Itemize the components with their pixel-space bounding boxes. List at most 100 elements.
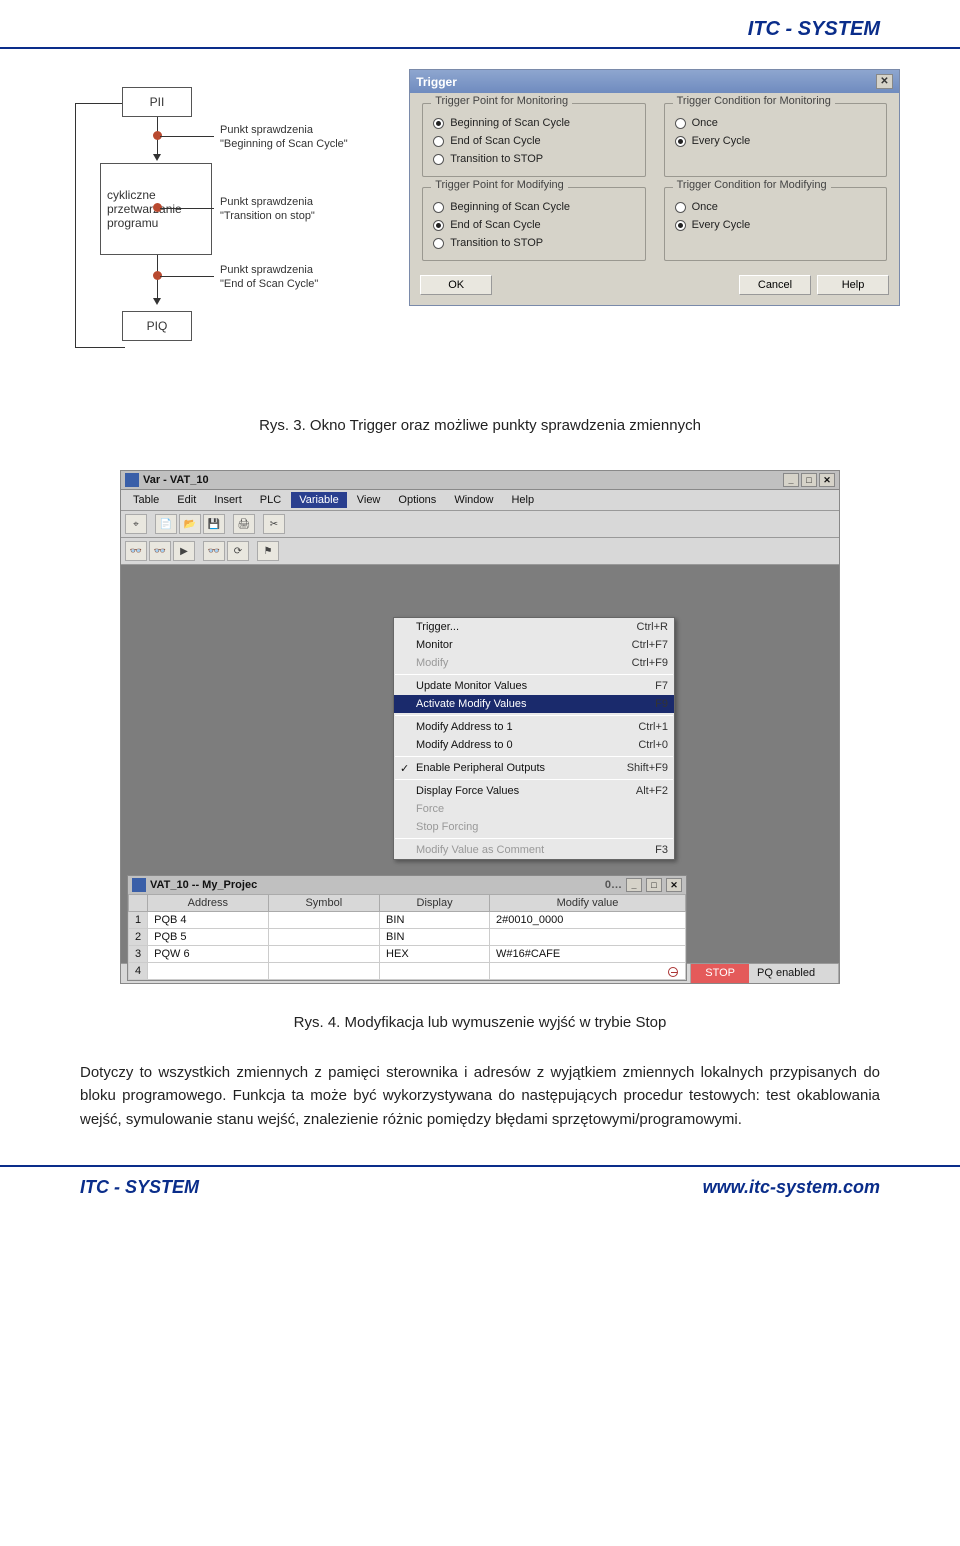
group-point-modifying: Trigger Point for Modifying Beginning of… [422,187,645,261]
vat-window: Var - VAT_10 _ □ ✕ TableEditInsertPLCVar… [120,470,840,984]
inner-vat-titlebar: VAT_10 -- My_Projec 0… _ □ ✕ [128,876,686,894]
ok-button[interactable]: OK [420,275,492,295]
radio-cond-mon-1[interactable]: Every Cycle [675,132,876,150]
toolbar-glasses2-icon[interactable]: 👓 [149,541,171,561]
cell-n[interactable]: 4 [129,963,148,980]
trigger-title-text: Trigger [416,75,457,89]
radio-point-mod-1[interactable]: End of Scan Cycle [433,216,634,234]
toolbar-monitor-icon[interactable]: ▶ [173,541,195,561]
toolbar-print-icon[interactable]: 🖨 [233,514,255,534]
radio-point-mod-2[interactable]: Transition to STOP [433,234,634,252]
cell-n[interactable]: 3 [129,946,148,963]
cell-addr[interactable]: PQW 6 [148,946,268,963]
pii-box: PII [122,87,192,117]
toolbar-modify-icon[interactable]: ⟳ [227,541,249,561]
cell-mod[interactable] [490,929,686,946]
menuitem-enable-peripheral-outputs[interactable]: Enable Peripheral OutputsShift+F9 [394,759,674,777]
menuitem-trigger-[interactable]: Trigger...Ctrl+R [394,618,674,636]
vat-titlebar: Var - VAT_10 _ □ ✕ [121,471,839,490]
menu-view[interactable]: View [349,492,389,508]
menuitem-monitor[interactable]: MonitorCtrl+F7 [394,636,674,654]
column-header[interactable]: Symbol [268,895,379,912]
menuitem-update-monitor-values[interactable]: Update Monitor ValuesF7 [394,677,674,695]
radio-cond-mon-0[interactable]: Once [675,114,876,132]
body-paragraph-1: Dotyczy to wszystkich zmiennych z pamięc… [80,1061,880,1131]
cell-sym[interactable] [268,946,379,963]
radio-cond-mod-1[interactable]: Every Cycle [675,216,876,234]
inner-title-text: VAT_10 -- My_Projec [150,879,257,891]
menuitem-activate-modify-values[interactable]: Activate Modify ValuesF9 [394,695,674,713]
mdi-area: Trigger...Ctrl+RMonitorCtrl+F7ModifyCtrl… [121,565,839,963]
cell-n[interactable]: 1 [129,912,148,929]
inner-close-icon[interactable]: ✕ [666,878,682,892]
cell-sym[interactable] [268,912,379,929]
cell-disp[interactable]: BIN [380,912,490,929]
footer-left: ITC - SYSTEM [80,1177,199,1198]
close-icon[interactable]: ✕ [876,74,893,89]
variable-menu-dropdown: Trigger...Ctrl+RMonitorCtrl+F7ModifyCtrl… [393,617,675,860]
table-row[interactable]: 3PQW 6 HEXW#16#CAFE [129,946,686,963]
cell-mod[interactable]: 2#0010_0000 [490,912,686,929]
table-row[interactable]: 2PQB 5 BIN [129,929,686,946]
maximize-icon[interactable]: □ [801,473,817,487]
cancel-button[interactable]: Cancel [739,275,811,295]
radio-point-mon-2[interactable]: Transition to STOP [433,150,634,168]
menu-window[interactable]: Window [446,492,501,508]
column-header[interactable]: Address [148,895,268,912]
menuitem-modify: ModifyCtrl+F9 [394,654,674,672]
toolbar-open-icon[interactable]: 📂 [179,514,201,534]
column-header[interactable] [129,895,148,912]
table-row[interactable]: 4 [129,963,686,980]
menuitem-modify-address-to-0[interactable]: Modify Address to 0Ctrl+0 [394,736,674,754]
figure-3-row: PII cykliczne przetwarzanie programu PIQ… [0,69,960,389]
column-header[interactable]: Modify value [490,895,686,912]
menu-edit[interactable]: Edit [169,492,204,508]
cell-addr[interactable] [148,963,268,980]
cell-mod[interactable]: W#16#CAFE [490,946,686,963]
toolbar-1: ⌖ 📄 📂 💾 🖨 ✂ [121,511,839,538]
close-icon[interactable]: ✕ [819,473,835,487]
menu-insert[interactable]: Insert [206,492,250,508]
menuitem-modify-address-to-1[interactable]: Modify Address to 1Ctrl+1 [394,718,674,736]
toolbar-flag-icon[interactable]: ⚑ [257,541,279,561]
group-cond-monitoring: Trigger Condition for Monitoring Once Ev… [664,103,887,177]
inner-maximize-icon[interactable]: □ [646,878,662,892]
cell-addr[interactable]: PQB 5 [148,929,268,946]
toolbar-pin-icon[interactable]: ⌖ [125,514,147,534]
cell-n[interactable]: 2 [129,929,148,946]
cell-addr[interactable]: PQB 4 [148,912,268,929]
trigger-titlebar: Trigger ✕ [410,70,899,93]
inner-title-ellipsis: 0… [605,879,622,891]
toolbar-new-icon[interactable]: 📄 [155,514,177,534]
inner-minimize-icon[interactable]: _ [626,878,642,892]
cell-disp[interactable]: BIN [380,929,490,946]
radio-cond-mod-0[interactable]: Once [675,198,876,216]
minimize-icon[interactable]: _ [783,473,799,487]
trigger-dialog: Trigger ✕ Trigger Point for Monitoring B… [409,69,900,306]
radio-point-mon-0[interactable]: Beginning of Scan Cycle [433,114,634,132]
help-button[interactable]: Help [817,275,889,295]
toolbar-cut-icon[interactable]: ✂ [263,514,285,534]
menuitem-display-force-values[interactable]: Display Force ValuesAlt+F2 [394,782,674,800]
cell-sym[interactable] [268,929,379,946]
menu-help[interactable]: Help [503,492,542,508]
toolbar-save-icon[interactable]: 💾 [203,514,225,534]
radio-point-mod-0[interactable]: Beginning of Scan Cycle [433,198,634,216]
cell-sym[interactable] [268,963,379,980]
scan-label-begin: Punkt sprawdzenia "Beginning of Scan Cyc… [220,123,348,152]
menu-plc[interactable]: PLC [252,492,289,508]
column-header[interactable]: Display [380,895,490,912]
menu-options[interactable]: Options [390,492,444,508]
menu-table[interactable]: Table [125,492,167,508]
cell-disp[interactable] [380,963,490,980]
cell-mod[interactable] [490,963,686,980]
radio-point-mon-1[interactable]: End of Scan Cycle [433,132,634,150]
toolbar-glasses-icon[interactable]: 👓 [125,541,147,561]
caption-fig3: Rys. 3. Okno Trigger oraz możliwe punkty… [0,417,960,434]
cell-disp[interactable]: HEX [380,946,490,963]
vat-title-text: Var - VAT_10 [143,474,209,486]
menu-variable[interactable]: Variable [291,492,347,508]
menuitem-force: Force [394,800,674,818]
table-row[interactable]: 1PQB 4 BIN2#0010_0000 [129,912,686,929]
toolbar-glasses3-icon[interactable]: 👓 [203,541,225,561]
